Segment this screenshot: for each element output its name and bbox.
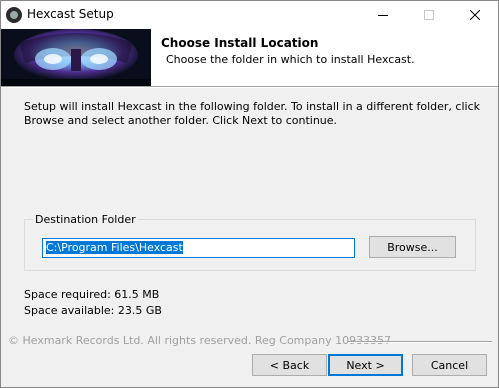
header-banner: Choose Install Location Choose the folde… <box>1 29 498 86</box>
minimize-button[interactable] <box>360 1 406 29</box>
maximize-icon <box>424 10 434 20</box>
copyright-text: © Hexmark Records Ltd. All rights reserv… <box>8 334 392 347</box>
close-button[interactable] <box>452 1 498 29</box>
title-bar[interactable]: Hexcast Setup <box>1 1 498 29</box>
banner-image <box>1 29 151 86</box>
cancel-button[interactable]: Cancel <box>412 354 487 376</box>
back-button[interactable]: < Back <box>252 354 327 376</box>
destination-path-input[interactable]: C:\Program Files\Hexcast <box>42 238 355 258</box>
destination-path-value: C:\Program Files\Hexcast <box>46 241 183 254</box>
intro-text: Setup will install Hexcast in the follow… <box>24 100 481 127</box>
browse-button[interactable]: Browse... <box>369 236 456 258</box>
space-available: Space available: 23.5 GB <box>24 304 162 317</box>
app-icon <box>6 7 22 23</box>
space-required: Space required: 61.5 MB <box>24 288 160 301</box>
close-icon <box>470 10 480 20</box>
page-subtitle: Choose the folder in which to install He… <box>166 53 415 66</box>
footer-divider <box>348 341 492 343</box>
page-title: Choose Install Location <box>161 36 319 50</box>
destination-folder-group: Destination Folder C:\Program Files\Hexc… <box>24 213 476 271</box>
header-divider <box>1 86 498 88</box>
window-title: Hexcast Setup <box>27 7 114 21</box>
next-button[interactable]: Next > <box>328 354 403 376</box>
minimize-icon <box>378 14 388 16</box>
installer-window: Hexcast Setup Choose Install Location Ch… <box>0 0 499 388</box>
maximize-button <box>406 1 452 29</box>
destination-folder-label: Destination Folder <box>33 213 138 226</box>
